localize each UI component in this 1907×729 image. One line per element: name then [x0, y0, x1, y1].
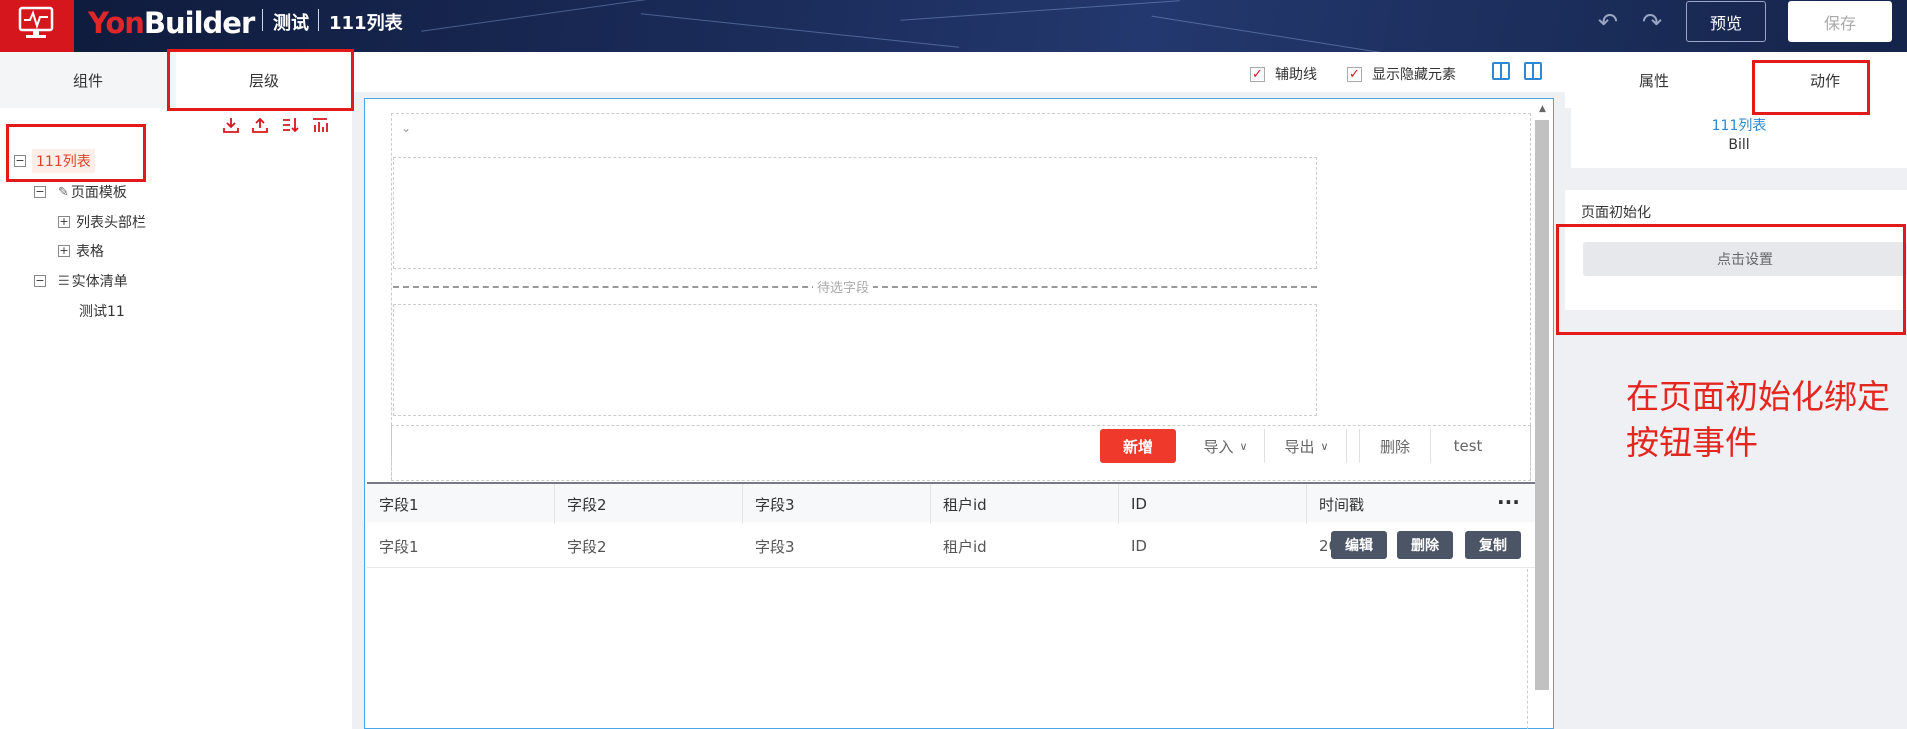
breadcrumb-app[interactable]: 测试 [273, 9, 309, 35]
tab-actions[interactable]: 动作 [1743, 52, 1907, 108]
export-button[interactable]: 导出 ∨ [1267, 429, 1347, 463]
preview-button[interactable]: 预览 [1686, 1, 1766, 42]
import-button[interactable]: 导入 ∨ [1187, 429, 1265, 463]
tab-components[interactable]: 组件 [0, 52, 176, 108]
table-cell: 字段1 [379, 537, 419, 556]
test-button[interactable]: test [1431, 429, 1505, 463]
section-title: 页面初始化 [1581, 205, 1651, 221]
left-tabs: 组件 层级 [0, 52, 352, 108]
import-icon[interactable] [222, 116, 240, 139]
chevron-down-icon: ∨ [1239, 439, 1248, 453]
table-cell: ID [1131, 537, 1147, 555]
brand-logo: YonBuilder [88, 6, 255, 40]
collapse-icon[interactable]: − [14, 155, 26, 167]
export-icon[interactable] [251, 116, 269, 139]
tree-node-root[interactable]: − 111列表 [14, 147, 95, 175]
table-cell: 字段3 [755, 537, 795, 556]
scrollbar[interactable] [1535, 120, 1549, 690]
tree-node-test11[interactable]: 测试11 [79, 297, 125, 325]
column-header[interactable]: 字段3 [743, 484, 931, 524]
edit-icon: ✎ [58, 184, 69, 200]
column-header[interactable]: 租户id [931, 484, 1119, 524]
check-icon: ✓ [1347, 66, 1362, 82]
add-button[interactable]: 新增 [1100, 429, 1176, 463]
table-cell: 租户id [943, 537, 987, 556]
entity-info: 111列表 Bill [1571, 108, 1907, 168]
top-bar: YonBuilder 测试 111列表 ↶ ↷ 预览 保存 [0, 0, 1907, 52]
table-header: 字段1 字段2 字段3 租户id ID 时间戳 ··· [367, 482, 1537, 524]
expand-icon[interactable]: + [58, 216, 70, 228]
delete-row-button[interactable]: 删除 [1397, 531, 1453, 559]
tree-node-page-template[interactable]: − ✎ 页面模板 [34, 178, 127, 206]
page-init-section: 页面初始化 点击设置 [1565, 190, 1907, 310]
table-cell: 字段2 [567, 537, 607, 556]
edit-row-button[interactable]: 编辑 [1331, 531, 1387, 559]
scroll-up-icon[interactable]: ▲ [1539, 104, 1546, 114]
query-region[interactable] [393, 157, 1317, 269]
collapse-icon[interactable]: − [34, 186, 46, 198]
entity-icon: ☰ [58, 273, 70, 289]
expand-icon[interactable]: + [58, 245, 70, 257]
tree-node-table[interactable]: + 表格 [58, 237, 104, 265]
column-header[interactable]: 字段1 [367, 484, 555, 524]
filter-region[interactable] [393, 304, 1317, 416]
set-action-button[interactable]: 点击设置 [1583, 242, 1907, 276]
undo-icon[interactable]: ↶ [1598, 8, 1618, 36]
layout-right-icon[interactable] [1524, 62, 1542, 80]
show-hidden-checkbox[interactable]: ✓ 显示隐藏元素 [1347, 64, 1456, 84]
check-icon: ✓ [1250, 66, 1265, 82]
monitor-icon [18, 6, 54, 38]
design-stage: ⌄ 待选字段 新增 导入 ∨ 导出 ∨ 删除 test 字段1 字段2 字段3 租户… [364, 98, 1554, 729]
entity-name[interactable]: 111列表 [1571, 115, 1907, 135]
tab-hierarchy[interactable]: 层级 [176, 52, 352, 108]
layout-left-icon[interactable] [1492, 62, 1510, 80]
column-header[interactable]: 时间戳 [1307, 484, 1495, 524]
save-button[interactable]: 保存 [1788, 1, 1892, 42]
chart-icon[interactable] [311, 116, 329, 139]
left-panel: 组件 层级 − 111列表 − ✎ 页面模板 + 列表头部栏 + 表格 − ☰ … [0, 52, 352, 729]
collapse-icon[interactable]: − [34, 275, 46, 287]
breadcrumb-page: 111列表 [329, 13, 403, 34]
annotation-text: 在页面初始化绑定 按钮事件 [1626, 377, 1890, 462]
sort-icon[interactable] [281, 116, 299, 139]
redo-icon[interactable]: ↷ [1642, 8, 1662, 36]
chevron-down-icon: ∨ [1320, 439, 1329, 453]
canvas-toolbar: ✓ 辅助线 ✓ 显示隐藏元素 [352, 52, 1565, 92]
entity-type: Bill [1728, 137, 1750, 153]
placeholder-field: 待选字段 [813, 277, 874, 296]
column-header[interactable]: ID [1119, 484, 1307, 524]
column-header[interactable]: 字段2 [555, 484, 743, 524]
tree-node-list-header[interactable]: + 列表头部栏 [58, 208, 146, 236]
table-row[interactable]: 字段1 字段2 字段3 租户id ID 20…6…3 编辑 删除 复制 [367, 524, 1537, 568]
tree-node-entity-list[interactable]: − ☰ 实体清单 [34, 267, 128, 295]
app-logo[interactable] [0, 0, 74, 52]
more-icon[interactable]: ··· [1497, 490, 1520, 514]
chevron-down-icon[interactable]: ⌄ [401, 121, 411, 135]
tab-properties[interactable]: 属性 [1565, 52, 1743, 108]
delete-button[interactable]: 删除 [1359, 429, 1431, 463]
guide-lines-checkbox[interactable]: ✓ 辅助线 [1250, 64, 1317, 84]
copy-row-button[interactable]: 复制 [1465, 531, 1521, 559]
column-guide [1527, 569, 1528, 729]
